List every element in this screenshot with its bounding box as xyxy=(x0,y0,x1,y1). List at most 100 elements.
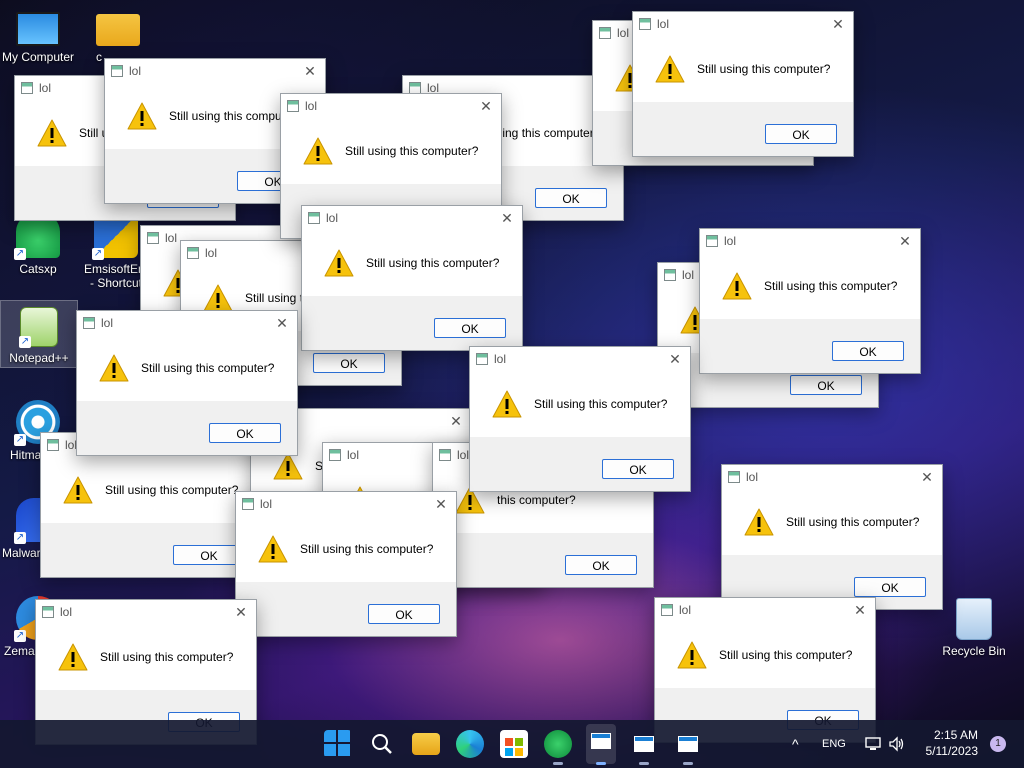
close-icon[interactable]: ✕ xyxy=(845,602,875,619)
dialog-message: Still using this computer? xyxy=(764,279,898,293)
dialog-title-bar[interactable]: lol ✕ xyxy=(700,229,920,253)
desktop-icon-recycle-bin[interactable]: Recycle Bin xyxy=(936,598,1012,658)
ok-button[interactable]: OK xyxy=(565,555,637,575)
close-icon[interactable]: ✕ xyxy=(890,233,920,250)
dialog-taskbar-icon[interactable] xyxy=(674,730,702,758)
ok-button[interactable]: OK xyxy=(313,353,385,373)
dialog-title-bar[interactable]: lol ✕ xyxy=(77,311,297,335)
dialog-message: Still using this computer? xyxy=(719,648,853,662)
dialog-message: Still using this computer? xyxy=(345,144,479,158)
running-indicator xyxy=(639,762,649,765)
warning-icon xyxy=(37,119,67,147)
dialog-title-bar[interactable]: lol ✕ xyxy=(302,206,522,230)
app-window-icon xyxy=(111,65,123,77)
notification-badge[interactable]: 1 xyxy=(990,736,1006,752)
dialog-taskbar-icon[interactable] xyxy=(586,724,616,764)
message-dialog: lol ✕ Still using this computer? OK xyxy=(632,11,854,157)
ok-button[interactable]: OK xyxy=(535,188,607,208)
file-explorer-icon[interactable] xyxy=(412,733,440,755)
close-icon[interactable]: ✕ xyxy=(660,351,690,368)
close-icon[interactable]: ✕ xyxy=(823,16,853,33)
close-icon[interactable]: ✕ xyxy=(912,469,942,486)
app-window-icon xyxy=(308,212,320,224)
ok-button[interactable]: OK xyxy=(368,604,440,624)
ok-button[interactable]: OK xyxy=(832,341,904,361)
dialog-title: lol xyxy=(275,414,441,428)
dialog-title-bar[interactable]: lol ✕ xyxy=(722,465,942,489)
close-icon[interactable]: ✕ xyxy=(471,98,501,115)
dialog-title-bar[interactable]: lol ✕ xyxy=(655,598,875,622)
app-window-icon xyxy=(147,232,159,244)
dialog-title-bar[interactable]: lol ✕ xyxy=(633,12,853,36)
language-indicator[interactable]: ENG xyxy=(822,720,846,768)
dialog-title-bar[interactable]: lol ✕ xyxy=(105,59,325,83)
ok-button[interactable]: OK xyxy=(602,459,674,479)
app-window-icon xyxy=(728,471,740,483)
app-window-icon xyxy=(439,449,451,461)
dialog-title: lol xyxy=(724,234,737,248)
dialog-footer: OK xyxy=(302,296,522,350)
app-window-icon xyxy=(476,353,488,365)
shortcut-arrow-icon: ↗ xyxy=(14,248,26,260)
app-window-icon xyxy=(187,247,199,259)
dialog-title: lol xyxy=(494,352,507,366)
warning-icon xyxy=(203,284,233,312)
desktop-icon-notepadpp[interactable]: ↗ Notepad++ xyxy=(0,300,78,368)
dialog-taskbar-icon[interactable] xyxy=(630,730,658,758)
ok-button[interactable]: OK xyxy=(790,375,862,395)
dialog-title: lol xyxy=(305,99,318,113)
network-icon[interactable] xyxy=(864,720,882,768)
dialog-message: Still using this computer? xyxy=(141,361,275,375)
ok-button[interactable]: OK xyxy=(209,423,281,443)
shortcut-arrow-icon: ↗ xyxy=(14,434,26,446)
shortcut-arrow-icon: ↗ xyxy=(14,630,26,642)
desktop-icon-catsxp[interactable]: ↗ Catsxp xyxy=(0,214,76,276)
folder-icon xyxy=(96,14,140,46)
dialog-message: Still using t xyxy=(245,291,304,305)
dialog-title-bar[interactable]: lol ✕ xyxy=(281,94,501,118)
search-icon[interactable] xyxy=(368,730,396,758)
close-icon[interactable]: ✕ xyxy=(492,210,522,227)
ok-button[interactable]: OK xyxy=(765,124,837,144)
store-icon[interactable] xyxy=(500,730,528,758)
desktop-icon-my-computer[interactable]: My Computer xyxy=(0,8,76,64)
monitor-icon xyxy=(16,12,60,46)
warning-icon xyxy=(655,55,685,83)
message-dialog: lol ✕ Still using this computer? OK xyxy=(76,310,298,456)
dialog-message: Still using this computer? xyxy=(105,483,239,497)
dialog-title: lol xyxy=(101,316,114,330)
tray-overflow-chevron[interactable]: ^ xyxy=(792,720,799,768)
close-icon[interactable]: ✕ xyxy=(441,413,471,430)
dialog-footer: OK xyxy=(77,401,297,455)
dialog-message: Still using this computer? xyxy=(366,256,500,270)
dialog-title-bar[interactable]: lol ✕ xyxy=(36,600,256,624)
dialog-message: Still using this computer? xyxy=(534,397,668,411)
app-window-icon xyxy=(664,269,676,281)
running-indicator xyxy=(553,762,563,765)
clock[interactable]: 2:15 AM 5/11/2023 xyxy=(926,727,979,759)
close-icon[interactable]: ✕ xyxy=(426,496,456,513)
app-window-icon xyxy=(83,317,95,329)
app-window-icon xyxy=(329,449,341,461)
volume-icon[interactable] xyxy=(888,720,906,768)
ok-button[interactable]: OK xyxy=(854,577,926,597)
dialog-title: lol xyxy=(326,211,339,225)
close-icon[interactable]: ✕ xyxy=(226,604,256,621)
close-icon[interactable]: ✕ xyxy=(267,315,297,332)
warning-icon xyxy=(303,137,333,165)
catsxp-taskbar-icon[interactable] xyxy=(544,730,572,758)
dialog-footer: OK xyxy=(433,533,653,587)
edge-icon[interactable] xyxy=(456,730,484,758)
message-dialog: lol ✕ Still using this computer? OK xyxy=(469,346,691,492)
ok-button[interactable]: OK xyxy=(434,318,506,338)
start-button[interactable] xyxy=(324,730,352,758)
clock-time: 2:15 AM xyxy=(933,728,978,742)
desktop-icon-folder[interactable]: c xyxy=(80,8,156,64)
warning-icon xyxy=(99,354,129,382)
recycle-bin-icon xyxy=(956,598,992,640)
dialog-title-bar[interactable]: lol ✕ xyxy=(236,492,456,516)
app-window-icon xyxy=(639,18,651,30)
dialog-title-bar[interactable]: lol ✕ xyxy=(470,347,690,371)
warning-icon xyxy=(127,102,157,130)
close-icon[interactable]: ✕ xyxy=(295,63,325,80)
